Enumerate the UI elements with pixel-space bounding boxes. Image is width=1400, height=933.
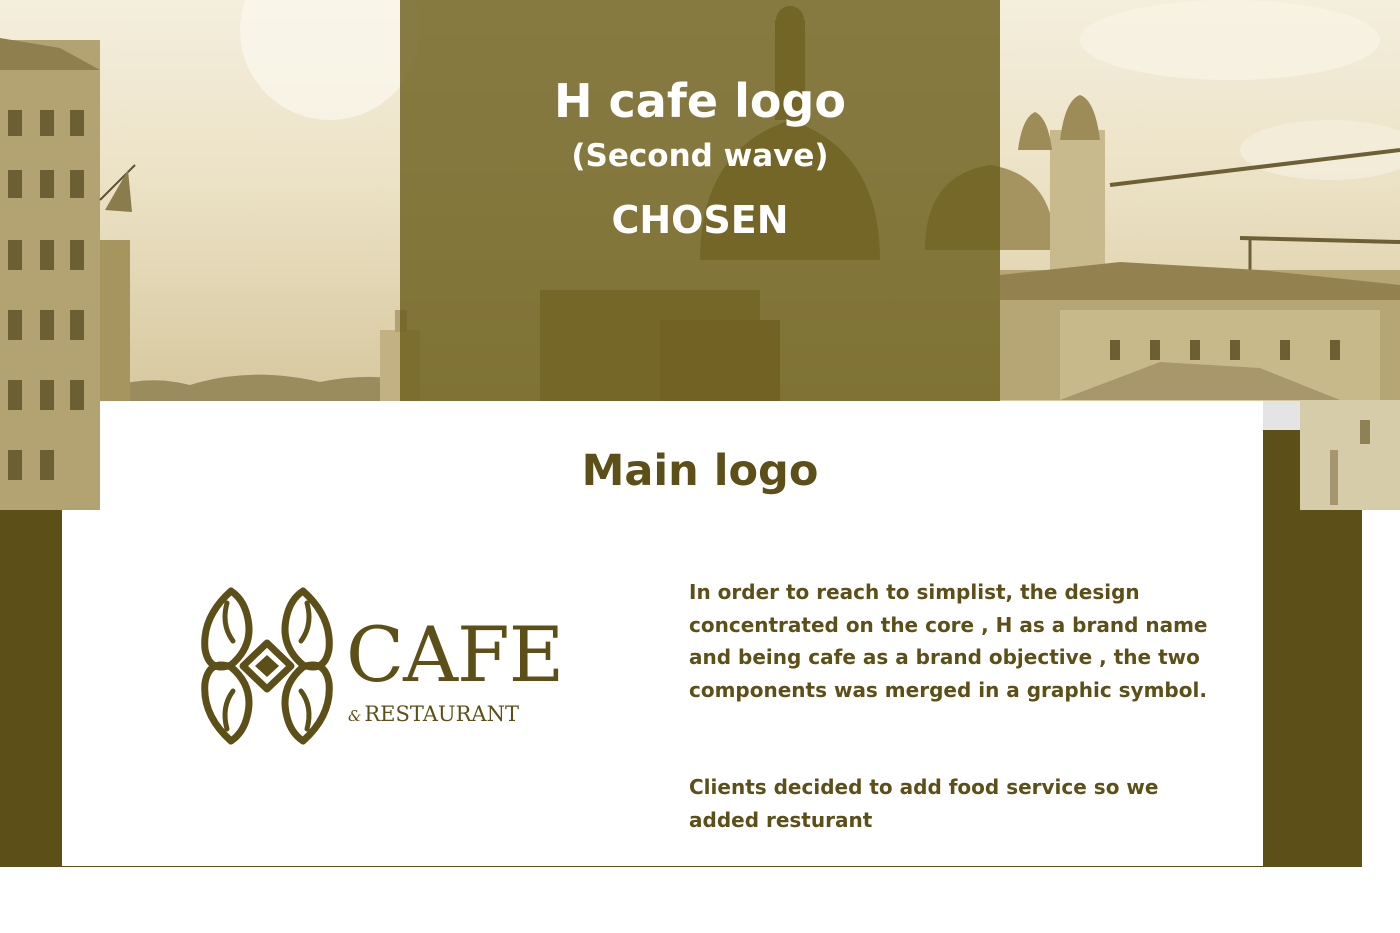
description-paragraph-2: Clients decided to add food service so w… <box>689 775 1159 832</box>
status-label: CHOSEN <box>611 198 789 242</box>
grey-notch <box>1263 401 1300 430</box>
h-coffee-bean-monogram-icon <box>201 587 333 745</box>
logo-wordmark-cafe: CAFE <box>346 610 564 699</box>
logo-tagline: & RESTAURANT <box>348 704 588 725</box>
title-panel: H cafe logo (Second wave) CHOSEN <box>400 0 1000 401</box>
description-paragraph-1: In order to reach to simplist, the desig… <box>689 580 1208 702</box>
section-title: Main logo <box>581 446 819 496</box>
logo-ampersand: & <box>348 707 362 725</box>
page-title: H cafe logo <box>554 74 846 128</box>
page-subtitle: (Second wave) <box>571 138 829 174</box>
logo-restaurant-text: RESTAURANT <box>364 702 519 726</box>
